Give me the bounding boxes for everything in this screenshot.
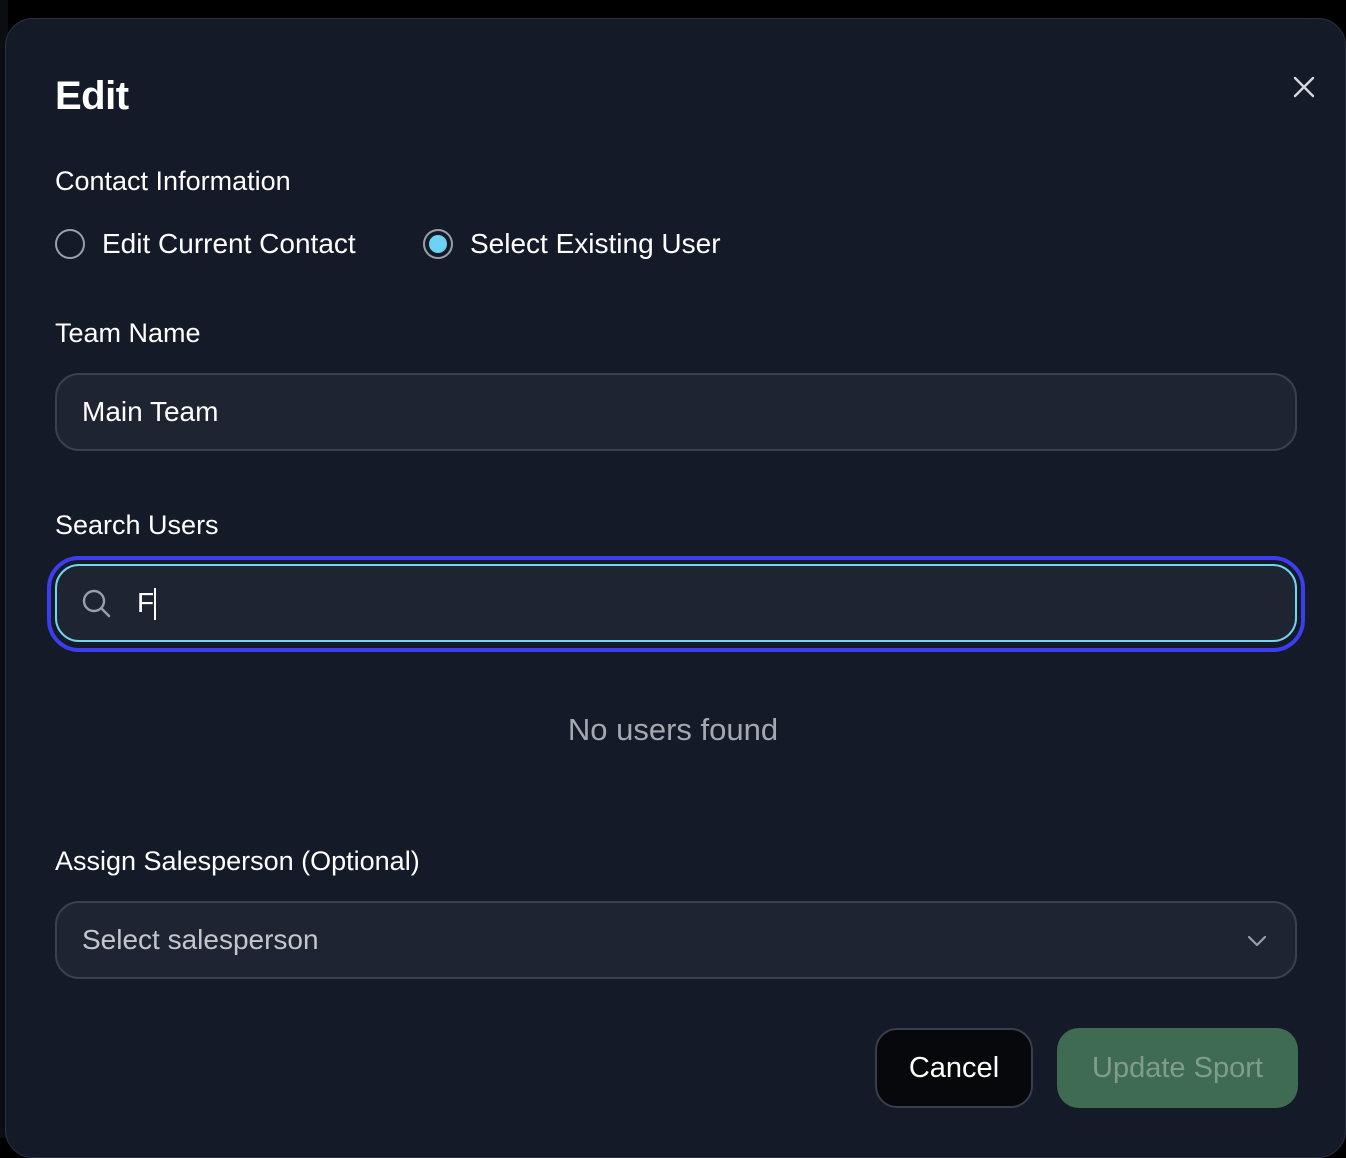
search-value: F: [137, 587, 155, 618]
radio-label: Edit Current Contact: [102, 228, 356, 259]
radio-selected-icon[interactable]: [423, 229, 453, 259]
contact-information-label: Contact Information: [55, 166, 291, 196]
radio-label: Select Existing User: [470, 228, 721, 259]
chevron-down-icon: [1247, 935, 1267, 947]
close-icon: [1293, 76, 1315, 98]
radio-select-existing-user[interactable]: Select Existing User: [423, 226, 721, 262]
search-users-label: Search Users: [55, 510, 219, 540]
salesperson-placeholder: Select salesperson: [82, 924, 319, 955]
dialog-title: Edit: [55, 74, 129, 118]
text-caret: [154, 588, 156, 620]
team-name-input[interactable]: Main Team: [55, 373, 1297, 451]
close-button[interactable]: [1284, 67, 1324, 107]
team-name-value: Main Team: [82, 396, 219, 427]
search-users-input[interactable]: F: [55, 564, 1297, 642]
radio-unselected-icon[interactable]: [55, 229, 85, 259]
search-icon: [82, 589, 111, 618]
team-name-label: Team Name: [55, 318, 201, 348]
salesperson-select[interactable]: Select salesperson: [55, 901, 1297, 979]
empty-results-message: No users found: [567, 712, 779, 747]
radio-edit-current-contact[interactable]: Edit Current Contact: [55, 226, 356, 262]
assign-salesperson-label: Assign Salesperson (Optional): [55, 846, 420, 876]
cancel-button[interactable]: Cancel: [875, 1028, 1033, 1108]
update-sport-button[interactable]: Update Sport: [1057, 1028, 1298, 1108]
